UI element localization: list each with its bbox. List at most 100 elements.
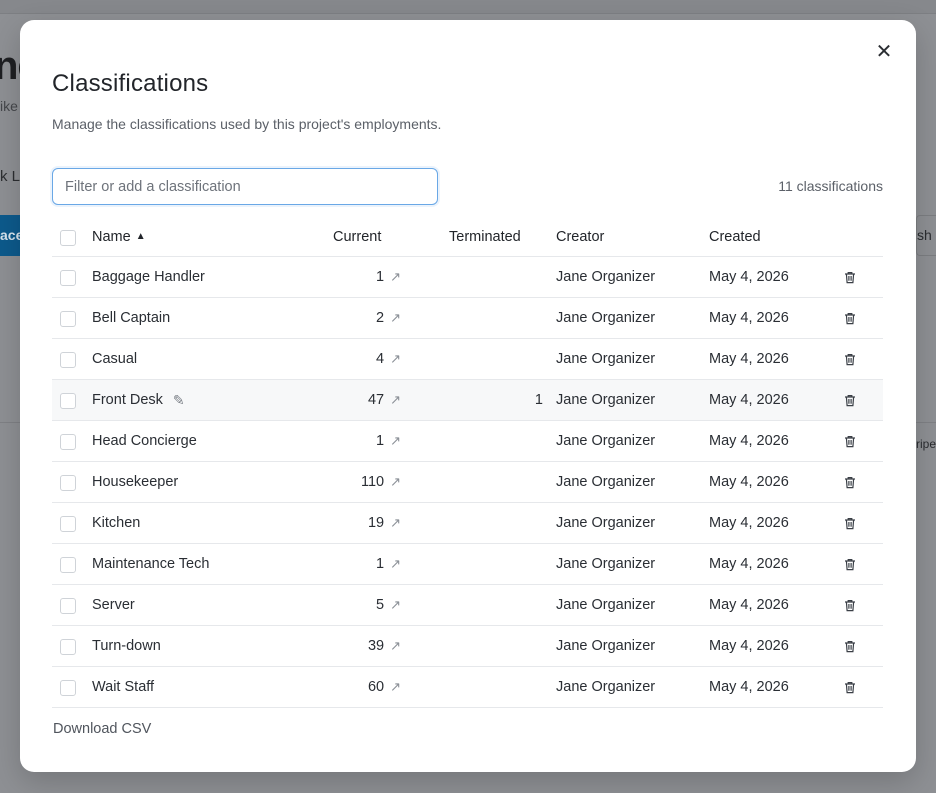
created-date: May 4, 2026 bbox=[709, 556, 789, 572]
creator-name: Jane Organizer bbox=[556, 597, 656, 613]
table-row[interactable]: Server 5 ↗ Jane Organizer May 4, 2026 bbox=[52, 585, 883, 626]
current-count[interactable]: 1 bbox=[376, 433, 384, 449]
trash-icon[interactable] bbox=[844, 312, 856, 325]
creator-name: Jane Organizer bbox=[556, 269, 656, 285]
current-count[interactable]: 4 bbox=[376, 351, 384, 367]
external-link-icon[interactable]: ↗ bbox=[390, 597, 401, 613]
trash-icon[interactable] bbox=[844, 599, 856, 612]
external-link-icon[interactable]: ↗ bbox=[390, 392, 401, 408]
creator-name: Jane Organizer bbox=[556, 515, 656, 531]
current-count[interactable]: 39 bbox=[368, 638, 384, 654]
created-date: May 4, 2026 bbox=[709, 351, 789, 367]
current-count[interactable]: 2 bbox=[376, 310, 384, 326]
trash-icon[interactable] bbox=[844, 681, 856, 694]
table-row[interactable]: Front Desk ✎ 47 ↗ 1 Jane Organizer May 4, 2026 bbox=[52, 380, 883, 421]
row-checkbox[interactable] bbox=[60, 311, 76, 327]
external-link-icon[interactable]: ↗ bbox=[390, 474, 401, 490]
classification-name[interactable]: Server bbox=[92, 597, 135, 613]
creator-name: Jane Organizer bbox=[556, 638, 656, 654]
current-count[interactable]: 110 bbox=[361, 474, 384, 490]
creator-name: Jane Organizer bbox=[556, 433, 656, 449]
creator-name: Jane Organizer bbox=[556, 310, 656, 326]
row-checkbox[interactable] bbox=[60, 557, 76, 573]
row-checkbox[interactable] bbox=[60, 639, 76, 655]
row-checkbox[interactable] bbox=[60, 475, 76, 491]
external-link-icon[interactable]: ↗ bbox=[390, 351, 401, 367]
table-row[interactable]: Housekeeper 110 ↗ Jane Organizer May 4, 2026 bbox=[52, 462, 883, 503]
current-count[interactable]: 19 bbox=[368, 515, 384, 531]
classification-name[interactable]: Casual bbox=[92, 351, 137, 367]
table-row[interactable]: Bell Captain 2 ↗ Jane Organizer May 4, 2026 bbox=[52, 298, 883, 339]
table-header: Name ▲ Current Terminated Creator Create… bbox=[52, 217, 883, 257]
current-count[interactable]: 1 bbox=[376, 556, 384, 572]
table-row[interactable]: Wait Staff 60 ↗ Jane Organizer May 4, 2026 bbox=[52, 667, 883, 708]
header-creator[interactable]: Creator bbox=[556, 217, 604, 256]
background-subtitle: ike bbox=[0, 98, 18, 114]
classification-name[interactable]: Wait Staff bbox=[92, 679, 154, 695]
filter-input[interactable] bbox=[52, 168, 438, 205]
pencil-icon[interactable]: ✎ bbox=[173, 392, 185, 409]
table-row[interactable]: Kitchen 19 ↗ Jane Organizer May 4, 2026 bbox=[52, 503, 883, 544]
creator-name: Jane Organizer bbox=[556, 392, 656, 408]
background-button-right: sh bbox=[916, 215, 936, 256]
row-checkbox[interactable] bbox=[60, 393, 76, 409]
trash-icon[interactable] bbox=[844, 640, 856, 653]
row-checkbox[interactable] bbox=[60, 352, 76, 368]
header-name[interactable]: Name ▲ bbox=[92, 217, 146, 256]
modal-description: Manage the classifications used by this … bbox=[52, 116, 442, 132]
header-created[interactable]: Created bbox=[709, 217, 761, 256]
created-date: May 4, 2026 bbox=[709, 310, 789, 326]
classification-name[interactable]: Housekeeper bbox=[92, 474, 178, 490]
created-date: May 4, 2026 bbox=[709, 679, 789, 695]
trash-icon[interactable] bbox=[844, 476, 856, 489]
table-row[interactable]: Baggage Handler 1 ↗ Jane Organizer May 4, 20… bbox=[52, 257, 883, 298]
external-link-icon[interactable]: ↗ bbox=[390, 310, 401, 326]
classification-name[interactable]: Turn-down bbox=[92, 638, 161, 654]
creator-name: Jane Organizer bbox=[556, 474, 656, 490]
creator-name: Jane Organizer bbox=[556, 351, 656, 367]
current-count[interactable]: 5 bbox=[376, 597, 384, 613]
trash-icon[interactable] bbox=[844, 558, 856, 571]
header-current[interactable]: Current bbox=[333, 217, 381, 256]
current-count[interactable]: 47 bbox=[368, 392, 384, 408]
created-date: May 4, 2026 bbox=[709, 597, 789, 613]
trash-icon[interactable] bbox=[844, 271, 856, 284]
classification-name[interactable]: Front Desk bbox=[92, 392, 163, 408]
table-row[interactable]: Turn-down 39 ↗ Jane Organizer May 4, 2026 bbox=[52, 626, 883, 667]
external-link-icon[interactable]: ↗ bbox=[390, 433, 401, 449]
row-checkbox[interactable] bbox=[60, 434, 76, 450]
close-icon[interactable]: ✕ bbox=[873, 41, 895, 63]
table-row[interactable]: Casual 4 ↗ Jane Organizer May 4, 2026 bbox=[52, 339, 883, 380]
external-link-icon[interactable]: ↗ bbox=[390, 638, 401, 654]
external-link-icon[interactable]: ↗ bbox=[390, 556, 401, 572]
created-date: May 4, 2026 bbox=[709, 515, 789, 531]
classification-name[interactable]: Maintenance Tech bbox=[92, 556, 209, 572]
sort-ascending-icon: ▲ bbox=[135, 231, 146, 242]
external-link-icon[interactable]: ↗ bbox=[390, 269, 401, 285]
classification-name[interactable]: Kitchen bbox=[92, 515, 140, 531]
trash-icon[interactable] bbox=[844, 435, 856, 448]
classification-count: 11 classifications bbox=[778, 178, 883, 194]
table-row[interactable]: Maintenance Tech 1 ↗ Jane Organizer May 4, 2… bbox=[52, 544, 883, 585]
row-checkbox[interactable] bbox=[60, 270, 76, 286]
classifications-table: Name ▲ Current Terminated Creator Create… bbox=[52, 217, 883, 708]
current-count[interactable]: 1 bbox=[376, 269, 384, 285]
classification-name[interactable]: Baggage Handler bbox=[92, 269, 205, 285]
row-checkbox[interactable] bbox=[60, 516, 76, 532]
external-link-icon[interactable]: ↗ bbox=[390, 515, 401, 531]
trash-icon[interactable] bbox=[844, 353, 856, 366]
external-link-icon[interactable]: ↗ bbox=[390, 679, 401, 695]
row-checkbox[interactable] bbox=[60, 598, 76, 614]
trash-icon[interactable] bbox=[844, 517, 856, 530]
trash-icon[interactable] bbox=[844, 394, 856, 407]
modal-title: Classifications bbox=[52, 70, 209, 97]
created-date: May 4, 2026 bbox=[709, 638, 789, 654]
classification-name[interactable]: Bell Captain bbox=[92, 310, 170, 326]
current-count[interactable]: 60 bbox=[368, 679, 384, 695]
download-csv-link[interactable]: Download CSV bbox=[53, 721, 151, 737]
table-row[interactable]: Head Concierge 1 ↗ Jane Organizer May 4, 202… bbox=[52, 421, 883, 462]
select-all-checkbox[interactable] bbox=[60, 229, 76, 246]
classification-name[interactable]: Head Concierge bbox=[92, 433, 197, 449]
header-terminated[interactable]: Terminated bbox=[449, 217, 521, 256]
row-checkbox[interactable] bbox=[60, 680, 76, 696]
